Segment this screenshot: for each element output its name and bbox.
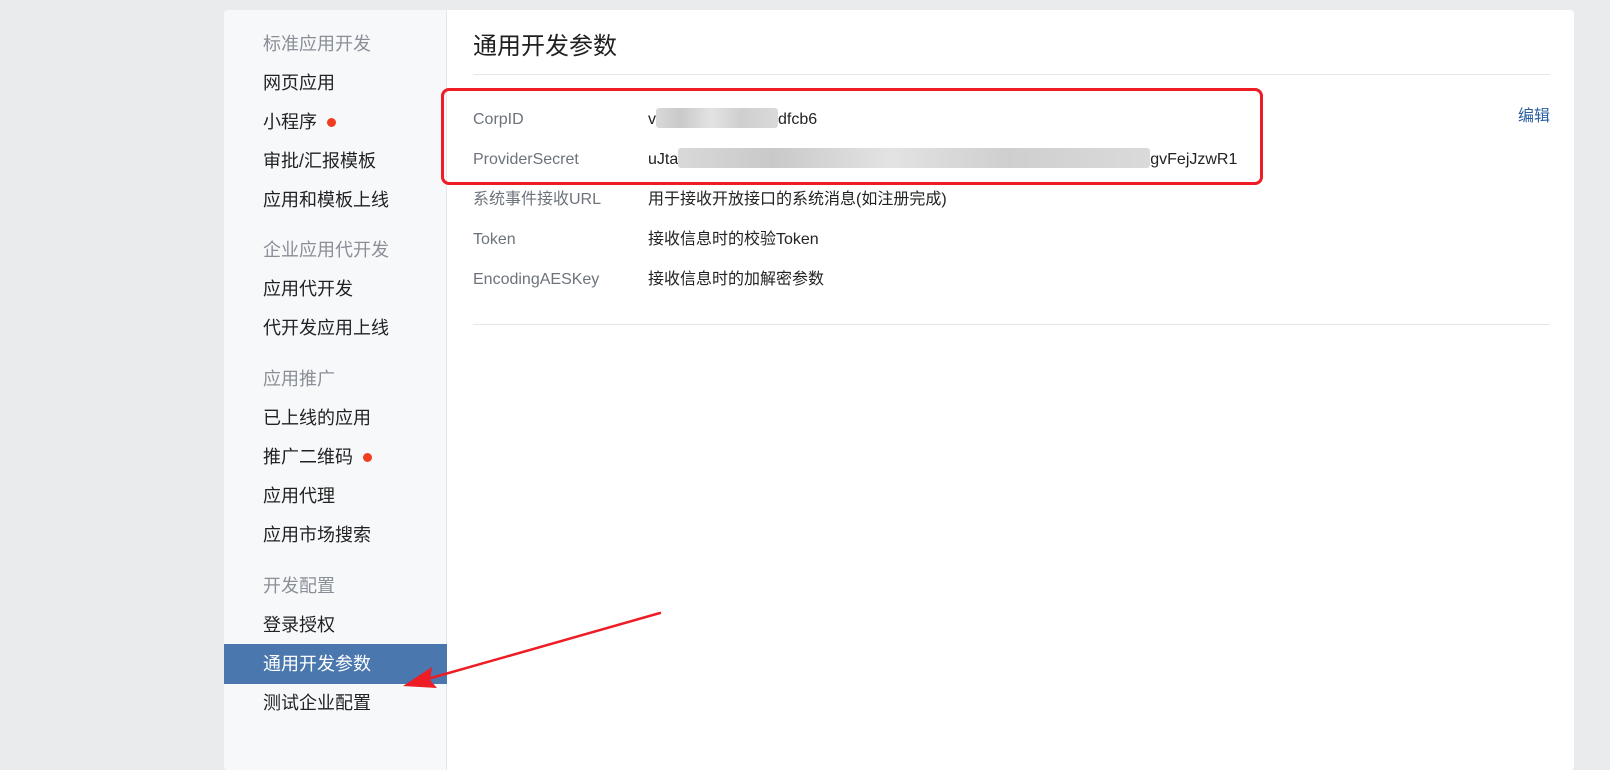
- sidebar-item-label: 已上线的应用: [263, 408, 371, 428]
- sidebar-item-app-agent[interactable]: 应用代理: [224, 476, 447, 516]
- sidebar-item-market-search[interactable]: 应用市场搜索: [224, 515, 447, 555]
- sidebar-item-login-auth[interactable]: 登录授权: [224, 605, 447, 645]
- sidebar-item-launched-apps[interactable]: 已上线的应用: [224, 398, 447, 438]
- sidebar-group-title-standard: 标准应用开发: [263, 34, 371, 54]
- sidebar-item-label: 应用代理: [263, 486, 335, 506]
- sidebar-item-label: 应用市场搜索: [263, 525, 371, 545]
- sidebar-item-mini-program[interactable]: 小程序: [224, 102, 447, 142]
- sidebar: 标准应用开发 网页应用 小程序 审批/汇报模板 应用和模板上线 企业应用代开发 …: [224, 10, 447, 770]
- param-row-aes-key: EncodingAESKey 接收信息时的加解密参数: [473, 267, 1550, 293]
- sidebar-group-title-dev-config: 开发配置: [263, 576, 335, 596]
- param-value: 接收信息时的校验Token: [648, 231, 819, 248]
- main-panel: 标准应用开发 网页应用 小程序 审批/汇报模板 应用和模板上线 企业应用代开发 …: [224, 10, 1574, 770]
- param-label: ProviderSecret: [473, 151, 579, 168]
- sidebar-item-proxy-dev[interactable]: 应用代开发: [224, 269, 447, 309]
- notification-dot: [327, 117, 336, 127]
- sidebar-group-title-promotion: 应用推广: [263, 369, 335, 389]
- param-value-suffix: dfcb6: [778, 111, 818, 128]
- sidebar-item-label: 代开发应用上线: [263, 318, 389, 338]
- sidebar-item-label: 推广二维码: [263, 447, 353, 467]
- sidebar-item-test-corp-config[interactable]: 测试企业配置: [224, 683, 447, 723]
- sidebar-item-general-params[interactable]: 通用开发参数: [224, 644, 447, 684]
- sidebar-item-label: 审批/汇报模板: [263, 151, 377, 171]
- param-row-corpid: CorpID v dfcb6: [473, 107, 1550, 133]
- sidebar-item-approval-template[interactable]: 审批/汇报模板: [224, 141, 447, 181]
- param-label: Token: [473, 231, 516, 248]
- sidebar-item-proxy-launch[interactable]: 代开发应用上线: [224, 308, 447, 348]
- page-title: 通用开发参数: [473, 33, 617, 60]
- sidebar-item-promo-qrcode[interactable]: 推广二维码: [224, 437, 447, 477]
- edit-button[interactable]: 编辑: [1518, 106, 1550, 128]
- sidebar-item-web-app[interactable]: 网页应用: [224, 63, 447, 103]
- param-value-provider-secret: uJta gvFejJzwR1: [648, 147, 1237, 173]
- param-value: 用于接收开放接口的系统消息(如注册完成): [648, 191, 947, 208]
- sidebar-item-label: 登录授权: [263, 615, 335, 635]
- params-divider: [473, 324, 1550, 325]
- sidebar-item-label: 测试企业配置: [263, 693, 371, 713]
- content-area: 通用开发参数 CorpID v dfcb6 ProviderSecret uJta…: [473, 10, 1550, 770]
- sidebar-item-label: 小程序: [263, 112, 317, 132]
- param-value: 接收信息时的加解密参数: [648, 271, 825, 288]
- sidebar-item-label: 通用开发参数: [263, 654, 371, 674]
- sidebar-group-title-proxy-dev: 企业应用代开发: [263, 240, 389, 260]
- param-value-corpid: v dfcb6: [648, 107, 817, 133]
- param-label: CorpID: [473, 111, 524, 128]
- param-value-prefix: uJta: [648, 151, 679, 168]
- sidebar-item-label: 应用和模板上线: [263, 190, 389, 210]
- title-divider: [473, 74, 1550, 75]
- redaction-blur: [656, 107, 778, 128]
- redaction-blur: [678, 147, 1151, 168]
- param-row-token: Token 接收信息时的校验Token: [473, 227, 1550, 253]
- sidebar-item-label: 网页应用: [263, 73, 335, 93]
- param-row-provider-secret: ProviderSecret uJta gvFejJzwR1: [473, 147, 1550, 173]
- notification-dot: [363, 452, 372, 462]
- param-label: EncodingAESKey: [473, 271, 600, 288]
- param-value-prefix: v: [648, 111, 656, 128]
- param-value-suffix: gvFejJzwR1: [1150, 151, 1238, 168]
- sidebar-item-label: 应用代开发: [263, 279, 353, 299]
- param-label: 系统事件接收URL: [473, 191, 602, 208]
- sidebar-item-app-template-launch[interactable]: 应用和模板上线: [224, 180, 447, 220]
- param-row-event-url: 系统事件接收URL 用于接收开放接口的系统消息(如注册完成): [473, 187, 1550, 213]
